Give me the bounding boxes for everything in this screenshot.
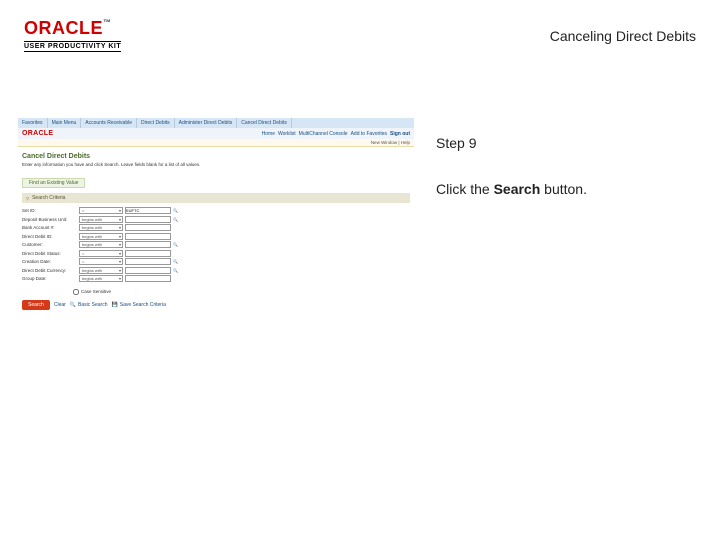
- value-input[interactable]: [125, 241, 171, 248]
- link-console[interactable]: MultiChannel Console: [299, 131, 348, 137]
- save-search-label: Save Search Criteria: [120, 302, 166, 308]
- embedded-app-screenshot: Favorites Main Menu Accounts Receivable …: [18, 118, 414, 314]
- operator-select[interactable]: begins with: [79, 233, 123, 240]
- search-criteria-label: Search Criteria: [32, 195, 65, 201]
- search-form: Set ID:=EUFTC🔍Deposit Business Unit:begi…: [18, 203, 414, 288]
- field-label: Direct Debit Currency:: [22, 268, 77, 273]
- basic-search-link[interactable]: 🔍Basic Search: [70, 302, 108, 308]
- save-icon: 💾: [112, 302, 118, 308]
- form-row: Bank Account #:begins with: [22, 224, 410, 231]
- field-label: Bank Account #:: [22, 225, 77, 230]
- basic-search-label: Basic Search: [78, 302, 107, 308]
- value-input[interactable]: [125, 233, 171, 240]
- window-help-bar[interactable]: New Window | Help: [18, 139, 414, 147]
- app-page-instruction: Enter any information you have and click…: [18, 162, 414, 171]
- form-row: Group Date:begins with: [22, 275, 410, 282]
- lookup-icon[interactable]: 🔍: [173, 217, 183, 222]
- form-row: Direct Debit ID:begins with: [22, 233, 410, 240]
- oracle-logo: ORACLE™: [24, 18, 121, 39]
- value-input[interactable]: [125, 250, 171, 257]
- form-row: Direct Debit Currency:begins with 🔍: [22, 267, 410, 274]
- operator-select[interactable]: begins with: [79, 267, 123, 274]
- form-row: Customer:begins with 🔍: [22, 241, 410, 248]
- crumb[interactable]: Favorites: [18, 118, 48, 128]
- app-page-heading: Cancel Direct Debits: [18, 153, 414, 162]
- trademark-symbol: ™: [103, 18, 112, 27]
- operator-select[interactable]: =: [79, 250, 123, 257]
- value-input[interactable]: EUFTC: [125, 207, 171, 214]
- operator-select[interactable]: =: [79, 207, 123, 214]
- instruction-column: Step 9 Click the Search button.: [436, 134, 587, 199]
- crumb[interactable]: Direct Debits: [137, 118, 175, 128]
- save-search-link[interactable]: 💾Save Search Criteria: [112, 302, 166, 308]
- field-label: Direct Debit ID:: [22, 234, 77, 239]
- crumb[interactable]: Accounts Receivable: [81, 118, 137, 128]
- link-home[interactable]: Home: [262, 131, 275, 137]
- clear-button[interactable]: Clear: [54, 302, 66, 308]
- link-signout[interactable]: Sign out: [390, 131, 410, 137]
- breadcrumb-tabs: Favorites Main Menu Accounts Receivable …: [18, 118, 414, 128]
- operator-select[interactable]: begins with: [79, 224, 123, 231]
- instruction-text: Click the Search button.: [436, 180, 587, 200]
- instr-post: button.: [540, 181, 587, 197]
- brand-block: ORACLE™ USER PRODUCTIVITY KIT: [24, 18, 121, 52]
- app-oracle-logo: ORACLE: [22, 130, 53, 137]
- field-label: Customer:: [22, 242, 77, 247]
- upk-label: USER PRODUCTIVITY KIT: [24, 41, 121, 52]
- form-row: Direct Debit Status:=: [22, 250, 410, 257]
- field-label: Set ID:: [22, 208, 77, 213]
- link-favorites[interactable]: Add to Favorites: [351, 131, 387, 137]
- page-title: Canceling Direct Debits: [550, 28, 696, 44]
- toolbar-links: Home Worklist MultiChannel Console Add t…: [262, 131, 410, 137]
- value-input[interactable]: [125, 224, 171, 231]
- case-sensitive-label: Case Sensitive: [81, 289, 111, 294]
- lookup-icon[interactable]: 🔍: [173, 259, 183, 264]
- crumb[interactable]: Cancel Direct Debits: [237, 118, 292, 128]
- form-row: Set ID:=EUFTC🔍: [22, 207, 410, 214]
- operator-select[interactable]: begins with: [79, 275, 123, 282]
- case-sensitive-checkbox[interactable]: [73, 289, 79, 295]
- instr-pre: Click the: [436, 181, 494, 197]
- value-input[interactable]: [125, 258, 171, 265]
- operator-select[interactable]: =: [79, 258, 123, 265]
- case-sensitive-row: Case Sensitive: [18, 288, 414, 296]
- value-input[interactable]: [125, 275, 171, 282]
- app-header-bar: ORACLE Home Worklist MultiChannel Consol…: [18, 128, 414, 139]
- operator-select[interactable]: begins with: [79, 216, 123, 223]
- field-label: Direct Debit Status:: [22, 251, 77, 256]
- instr-bold: Search: [494, 181, 541, 197]
- crumb[interactable]: Main Menu: [48, 118, 82, 128]
- form-row: Deposit Business Unit:begins with 🔍: [22, 216, 410, 223]
- oracle-wordmark: ORACLE: [24, 18, 103, 38]
- value-input[interactable]: [125, 267, 171, 274]
- step-label: Step 9: [436, 134, 587, 154]
- search-icon: 🔍: [70, 302, 76, 308]
- search-button[interactable]: Search: [22, 300, 50, 310]
- form-row: Creation Date:= 🔍: [22, 258, 410, 265]
- search-criteria-header[interactable]: Search Criteria: [22, 193, 410, 203]
- lookup-icon[interactable]: 🔍: [173, 268, 183, 273]
- lookup-icon[interactable]: 🔍: [173, 242, 183, 247]
- value-input[interactable]: [125, 216, 171, 223]
- tab-find-existing[interactable]: Find an Existing Value: [22, 178, 85, 188]
- button-row: Search Clear 🔍Basic Search 💾Save Search …: [18, 296, 414, 314]
- crumb[interactable]: Administer Direct Debits: [175, 118, 238, 128]
- field-label: Creation Date:: [22, 259, 77, 264]
- field-label: Group Date:: [22, 276, 77, 281]
- operator-select[interactable]: begins with: [79, 241, 123, 248]
- field-label: Deposit Business Unit:: [22, 217, 77, 222]
- link-worklist[interactable]: Worklist: [278, 131, 296, 137]
- lookup-icon[interactable]: 🔍: [173, 208, 183, 213]
